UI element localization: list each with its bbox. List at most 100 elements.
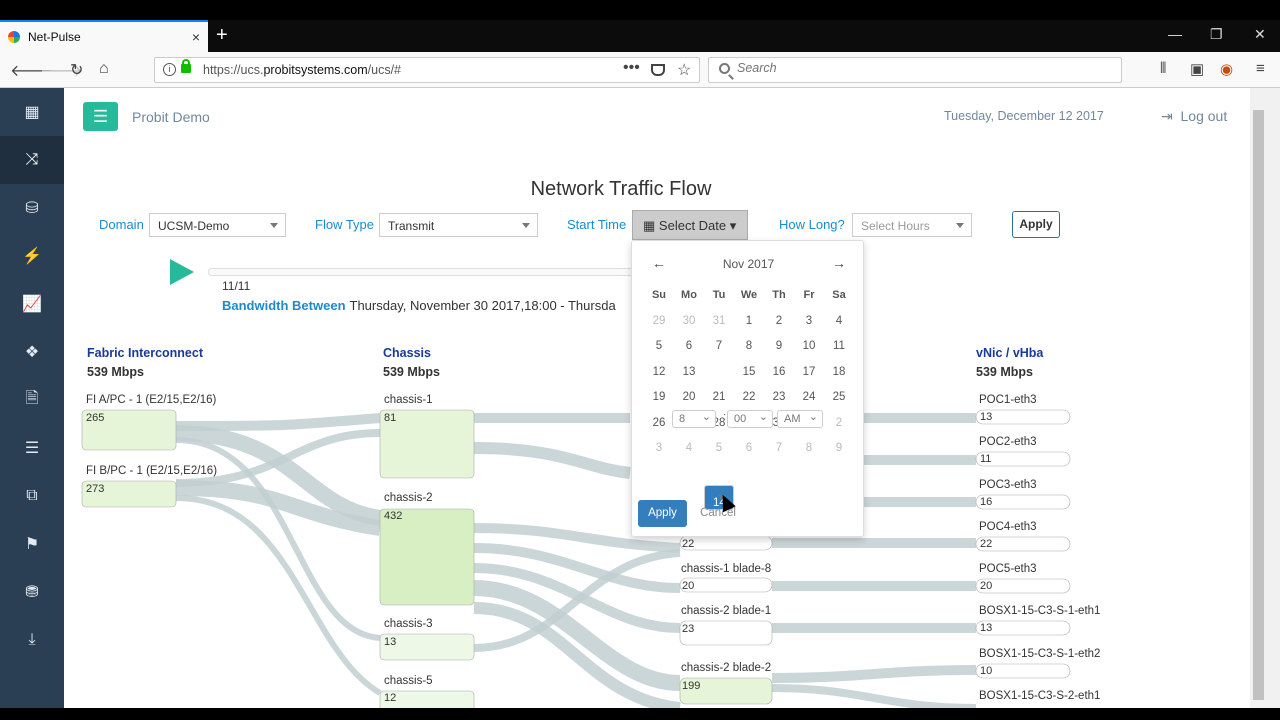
calendar-day[interactable]: 22	[734, 385, 764, 411]
weekday-label: Tu	[712, 289, 726, 301]
chassis-1-label: chassis-1	[384, 394, 433, 406]
minute-select[interactable]: 00	[727, 410, 773, 428]
chassis-2-label: chassis-2	[384, 492, 433, 504]
sitemap-icon[interactable]: ⚑	[0, 520, 64, 568]
calendar-day[interactable]: 9	[764, 334, 794, 360]
calendar-day[interactable]: 17	[794, 360, 824, 386]
calendar-day[interactable]: 15	[734, 360, 764, 386]
calendar-day[interactable]: 30	[674, 309, 704, 335]
window-close-icon[interactable]: ✕	[1254, 26, 1266, 43]
download-icon[interactable]: ⤓	[0, 616, 64, 664]
calendar-day[interactable]: 21	[704, 385, 734, 411]
bookmark-star-icon[interactable]: ☆	[677, 60, 691, 80]
bottom-strip	[0, 708, 1280, 720]
chassis-2-node	[379, 508, 475, 606]
home-icon[interactable]: ⌂	[99, 60, 109, 78]
apply-button[interactable]: Apply	[1012, 211, 1060, 238]
select-date-button[interactable]: ▦ Select Date ▾	[632, 210, 748, 240]
month-title[interactable]: Nov 2017	[632, 257, 865, 271]
pocket-icon[interactable]	[651, 64, 665, 76]
plug-icon[interactable]: ⚡	[0, 232, 64, 280]
page-actions-icon[interactable]: •••	[623, 59, 640, 77]
weekday-label: Sa	[832, 289, 846, 301]
play-icon[interactable]	[170, 259, 194, 285]
calendar-day[interactable]: 3	[794, 309, 824, 335]
calendar-day[interactable]: 2	[824, 411, 854, 437]
timeline-slider[interactable]	[208, 268, 638, 276]
calendar-day[interactable]: 5	[704, 436, 734, 462]
list-icon[interactable]: ☰	[0, 424, 64, 472]
cubes-icon[interactable]: ❖	[0, 328, 64, 376]
calendar-day[interactable]: 29	[644, 309, 674, 335]
calendar-day[interactable]: 4	[824, 309, 854, 335]
report-icon[interactable]: 🗎	[0, 376, 64, 424]
site-info-icon[interactable]: i	[163, 63, 176, 76]
url-text[interactable]: https://ucs.probitsystems.com/ucs/#	[203, 63, 401, 77]
calendar-day[interactable]: 25	[824, 385, 854, 411]
restore-icon[interactable]: ❐	[1210, 26, 1223, 43]
hamburger-menu-icon[interactable]: ≡	[1256, 60, 1265, 77]
blade-label: chassis-2 blade-2	[681, 662, 772, 674]
calendar-day[interactable]: 23	[764, 385, 794, 411]
calendar-day[interactable]: 7	[704, 334, 734, 360]
domain-select[interactable]: UCSM-Demo	[149, 213, 286, 237]
calendar-day[interactable]: 2	[764, 309, 794, 335]
copy-icon[interactable]: ⧉	[0, 472, 64, 520]
search-input[interactable]	[737, 61, 1097, 75]
calendar-day[interactable]: 6	[734, 436, 764, 462]
url-bar[interactable]: i https://ucs.probitsystems.com/ucs/# ••…	[154, 57, 700, 83]
calendar-day[interactable]: 5	[644, 334, 674, 360]
calendar-day[interactable]: 8	[734, 334, 764, 360]
chassis-5-value: 12	[384, 692, 397, 704]
calendar-day[interactable]: 3	[644, 436, 674, 462]
extension-icon[interactable]: ◉	[1220, 60, 1233, 78]
calendar-day[interactable]: 13	[674, 360, 704, 386]
sidebar-toggle-icon[interactable]: ▣	[1190, 60, 1204, 78]
calendar-day[interactable]: 11	[824, 334, 854, 360]
calendar-day[interactable]: 7	[764, 436, 794, 462]
calendar-day[interactable]: 1	[734, 309, 764, 335]
calendar-grid: Su Mo Tu We Th Fr Sa 29 30 31 1 2 3 4 5 6 7 8 9 10 11 12 13 14 1…	[644, 283, 854, 510]
browser-tab[interactable]: Net-Pulse ×	[0, 20, 208, 52]
scrollbar-thumb[interactable]	[1253, 110, 1264, 700]
flowtype-select[interactable]: Transmit	[379, 213, 538, 237]
traffic-flow-icon[interactable]: ⤨	[0, 136, 64, 184]
calendar-day[interactable]: 16	[764, 360, 794, 386]
logout-link[interactable]: ⇥ Log out	[1161, 108, 1227, 125]
logout-label: Log out	[1180, 108, 1228, 124]
search-bar[interactable]	[708, 57, 1122, 83]
calendar-day[interactable]: 12	[644, 360, 674, 386]
calendar-day[interactable]: 24	[794, 385, 824, 411]
datepicker-apply-button[interactable]: Apply	[638, 500, 687, 527]
database-icon[interactable]: ⛁	[0, 184, 64, 232]
calendar-day[interactable]: 31	[704, 309, 734, 335]
line-chart-icon[interactable]: 📈	[0, 280, 64, 328]
calendar-day[interactable]: 26	[644, 411, 674, 437]
page-scrollbar[interactable]	[1250, 88, 1280, 708]
next-month-icon[interactable]: →	[832, 255, 846, 271]
chassis-3-label: chassis-3	[384, 618, 433, 630]
hours-select[interactable]: Select Hours	[852, 213, 972, 237]
reload-icon[interactable]: ↻	[70, 60, 83, 80]
storage-icon[interactable]: ⛃	[0, 568, 64, 616]
tab-close-icon[interactable]: ×	[192, 29, 200, 45]
blade-label: chassis-2 blade-1	[681, 605, 772, 617]
ampm-select[interactable]: AM	[777, 410, 823, 428]
library-icon[interactable]: ⫴	[1160, 60, 1166, 77]
dashboard-icon[interactable]: ▦	[0, 88, 64, 136]
minimize-icon[interactable]: —	[1168, 26, 1182, 42]
calendar-day[interactable]: 18	[824, 360, 854, 386]
calendar-day[interactable]: 8	[794, 436, 824, 462]
hour-select[interactable]: 8	[672, 410, 716, 428]
fi-b-label: FI B/PC - 1 (E2/15,E2/16)	[86, 465, 218, 477]
calendar-day[interactable]: 6	[674, 334, 704, 360]
calendar-day[interactable]: 4	[674, 436, 704, 462]
calendar-day[interactable]: 20	[674, 385, 704, 411]
calendar-day[interactable]: 10	[794, 334, 824, 360]
calendar-day[interactable]: 9	[824, 436, 854, 462]
weekday-label: We	[740, 289, 758, 301]
new-tab-button[interactable]: +	[216, 24, 228, 46]
calendar-day[interactable]: 19	[644, 385, 674, 411]
menu-toggle-button[interactable]: ☰	[83, 102, 118, 131]
calendar-week: 12 13 14 15 16 17 18	[644, 360, 854, 510]
